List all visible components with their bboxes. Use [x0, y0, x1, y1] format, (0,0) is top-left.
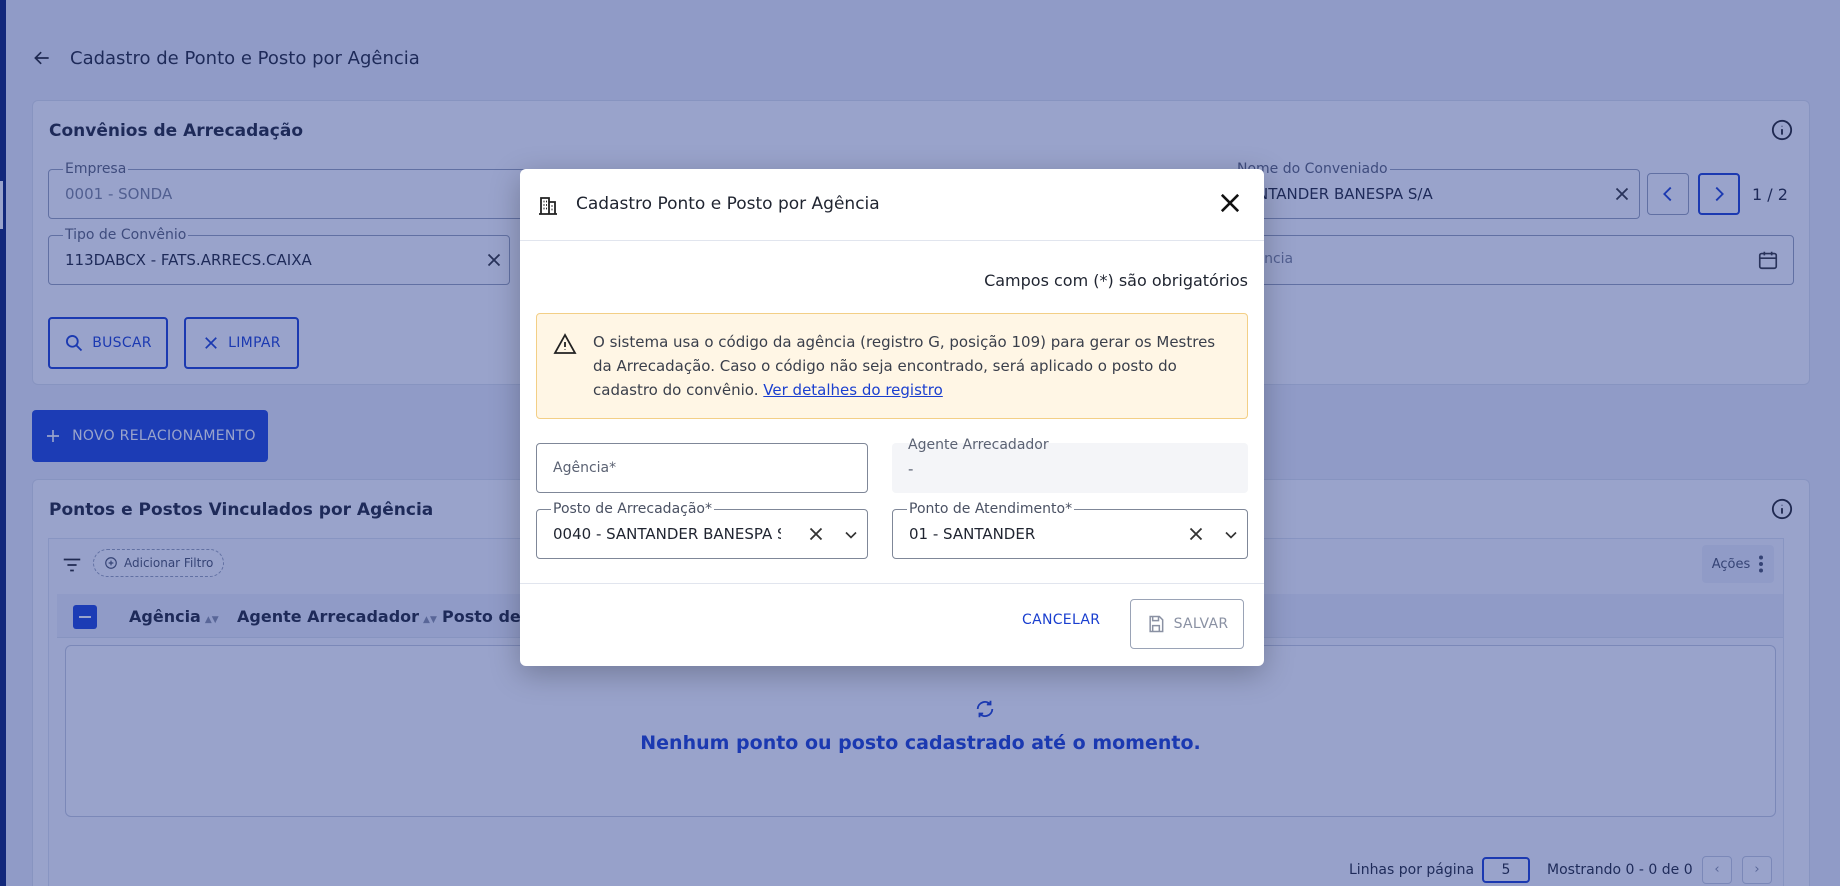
modal-footer: CANCELAR SALVAR	[520, 583, 1264, 666]
save-label: SALVAR	[1173, 616, 1229, 632]
ponto-atendimento-value: 01 - SANTANDER	[909, 525, 1036, 543]
chevron-down-icon[interactable]	[841, 525, 861, 545]
save-button[interactable]: SALVAR	[1130, 599, 1244, 649]
save-icon	[1149, 615, 1164, 633]
required-fields-note: Campos com (*) são obrigatórios	[984, 271, 1248, 290]
alert-text: O sistema usa o código da agência (regis…	[593, 330, 1233, 402]
chevron-down-icon[interactable]	[1221, 525, 1241, 545]
building-icon	[539, 197, 557, 215]
agencia-placeholder: Agência*	[553, 460, 617, 476]
posto-arrecadacao-select[interactable]: Posto de Arrecadação* 0040 - SANTANDER B…	[536, 501, 868, 559]
close-icon[interactable]	[1216, 189, 1244, 217]
ponto-atendimento-label: Ponto de Atendimento*	[907, 501, 1075, 517]
clear-icon[interactable]	[1185, 523, 1207, 545]
modal-title: Cadastro Ponto e Posto por Agência	[576, 194, 880, 214]
agente-arrecadador-label: Agente Arrecadador	[908, 437, 1049, 453]
agencia-input[interactable]: Agência*	[536, 443, 868, 493]
info-alert: O sistema usa o código da agência (regis…	[536, 313, 1248, 419]
clear-icon[interactable]	[805, 523, 827, 545]
agente-arrecadador-value: -	[908, 460, 914, 478]
posto-arrecadacao-value: 0040 - SANTANDER BANESPA S/A	[553, 525, 781, 543]
ver-detalhes-link[interactable]: Ver detalhes do registro	[763, 381, 943, 399]
warning-icon	[553, 333, 577, 354]
ponto-atendimento-select[interactable]: Ponto de Atendimento* 01 - SANTANDER	[892, 501, 1248, 559]
modal-header: Cadastro Ponto e Posto por Agência	[520, 169, 1264, 241]
agente-arrecadador-field: Agente Arrecadador -	[892, 437, 1248, 493]
posto-arrecadacao-label: Posto de Arrecadação*	[551, 501, 714, 517]
cadastro-modal: Cadastro Ponto e Posto por Agência Campo…	[520, 169, 1264, 666]
cancel-button[interactable]: CANCELAR	[1022, 612, 1100, 628]
